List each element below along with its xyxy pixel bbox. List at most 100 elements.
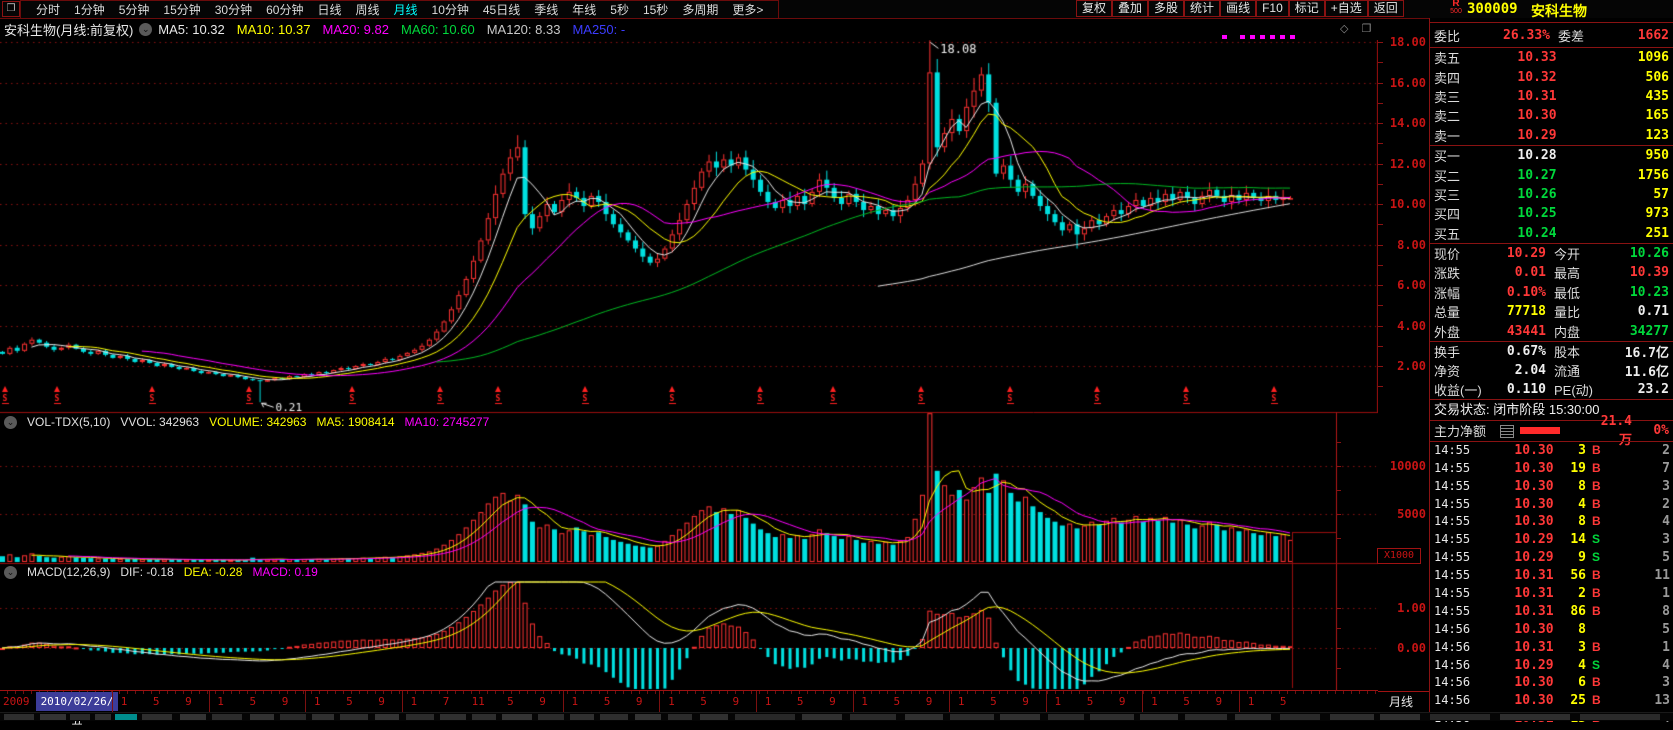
- tick-trade-row: 14:5510.299S5: [1430, 549, 1673, 567]
- tick-trade-row: 14:5510.308B3: [1430, 478, 1673, 496]
- quote-row: 总量77718量比0.71: [1430, 302, 1673, 321]
- ma-value: MA5: 10.32: [158, 22, 225, 37]
- menu-item-更多>[interactable]: 更多>: [725, 1, 770, 18]
- orderbook-row: 买二10.271756: [1430, 165, 1673, 184]
- menu-item-多周期[interactable]: 多周期: [675, 1, 725, 18]
- axis-tick: [1378, 245, 1383, 246]
- date-tick-label: 1: [1047, 695, 1069, 708]
- axis-tick: [1378, 386, 1383, 387]
- axis-tick: [1378, 285, 1383, 286]
- tick-trade-list[interactable]: 14:5510.303B214:5510.3019B714:5510.308B3…: [1430, 441, 1673, 726]
- date-tick-label: 9: [918, 695, 940, 708]
- date-tick-label: 5: [886, 695, 908, 708]
- ask-levels: 卖五10.331096卖四10.32506卖三10.31435卖二10.3016…: [1430, 47, 1673, 145]
- axis-tick-label: 8.00: [1380, 238, 1426, 252]
- menu-item-45日线[interactable]: 45日线: [476, 1, 527, 18]
- menu-item-5分钟[interactable]: 5分钟: [112, 1, 157, 18]
- list-icon[interactable]: [1500, 425, 1514, 438]
- tick-trade-row: 14:5510.2914S3: [1430, 531, 1673, 549]
- cutoff-text-fragment: [142, 714, 172, 720]
- menu-item-15秒[interactable]: 15秒: [636, 1, 675, 18]
- cutoff-text-fragment: [1430, 714, 1490, 720]
- volume-unit-label: X1000: [1377, 548, 1421, 564]
- date-tick-label: 9: [1015, 695, 1037, 708]
- bid-levels: 买一10.28950买二10.271756买三10.2657买四10.25973…: [1430, 145, 1673, 243]
- weicha-label: 委差: [1558, 26, 1584, 45]
- menu-item-日线[interactable]: 日线: [310, 1, 348, 18]
- ma-value: MA250: -: [572, 22, 625, 37]
- cutoff-text-fragment: [635, 714, 661, 720]
- cutoff-text-fragment: [1000, 714, 1040, 720]
- orderbook-row: 卖五10.331096: [1430, 48, 1673, 67]
- chart-corner-icons[interactable]: ◇ ❐: [1340, 22, 1376, 35]
- main-force-label: 主力净额: [1434, 421, 1486, 440]
- date-tick-label: 5: [499, 695, 521, 708]
- info-row: 换手0.67%股本16.7亿: [1430, 342, 1673, 361]
- toolbar-button-统计[interactable]: 统计: [1184, 0, 1220, 17]
- cutoff-text-fragment: [735, 714, 795, 720]
- toolbar-button-F10[interactable]: F10: [1256, 0, 1289, 17]
- menu-item-5秒[interactable]: 5秒: [603, 1, 636, 18]
- date-tick-label: 7: [435, 695, 457, 708]
- cutoff-text-fragment: [538, 714, 564, 720]
- toolbar-button-画线[interactable]: 画线: [1220, 0, 1256, 17]
- menu-item-月线[interactable]: 月线: [387, 1, 425, 18]
- collapse-icon[interactable]: ⌄: [139, 23, 152, 36]
- tick-trade-row: 14:5610.3025B13: [1430, 692, 1673, 710]
- cutoff-text-fragment: [406, 714, 434, 720]
- date-tick-label: 9: [532, 695, 554, 708]
- tick-trade-row: 14:5510.3186B8: [1430, 603, 1673, 621]
- menu-item-周线[interactable]: 周线: [348, 1, 386, 18]
- cutoff-text-fragment: [1280, 714, 1320, 720]
- axis-tick: [1378, 204, 1383, 205]
- menu-item-季线[interactable]: 季线: [527, 1, 565, 18]
- cutoff-text-fragment: [1580, 714, 1660, 720]
- date-tick-label: 9: [725, 695, 747, 708]
- cutoff-text-fragment: [905, 714, 943, 720]
- menu-item-30分钟[interactable]: 30分钟: [208, 1, 259, 18]
- fundamental-stats: 换手0.67%股本16.7亿净资2.04流通11.6亿收益(一)0.110PE(…: [1430, 341, 1673, 399]
- period-label[interactable]: 月线: [1372, 691, 1430, 713]
- window-icon[interactable]: ❒: [2, 1, 20, 17]
- date-tick-label: 5: [1272, 695, 1294, 708]
- toolbar-buttons: 复权叠加多股统计画线F10标记+自选返回: [1076, 0, 1404, 17]
- axis-tick: [1378, 42, 1383, 43]
- orderbook-row: 卖三10.31435: [1430, 87, 1673, 106]
- menu-item-10分钟[interactable]: 10分钟: [425, 1, 476, 18]
- axis-tick-label: 16.00: [1380, 76, 1426, 90]
- weibi-row: 委比 26.33% 委差 1662: [1430, 23, 1673, 47]
- toolbar-button-+自选[interactable]: +自选: [1325, 0, 1368, 17]
- menu-item-分时[interactable]: 分时: [29, 1, 67, 18]
- axis-tick: [1378, 366, 1383, 367]
- orderbook-row: 卖一10.29123: [1430, 126, 1673, 145]
- toolbar-button-叠加[interactable]: 叠加: [1112, 0, 1148, 17]
- axis-tick: [1378, 265, 1383, 266]
- candlestick-chart-canvas[interactable]: [0, 40, 1378, 690]
- toolbar-button-返回[interactable]: 返回: [1368, 0, 1404, 17]
- quote-row: 现价10.29今开10.26: [1430, 244, 1673, 263]
- date-tick-label: 5: [242, 695, 264, 708]
- menu-item-60分钟[interactable]: 60分钟: [259, 1, 310, 18]
- cutoff-text-fragment: [1330, 714, 1374, 720]
- date-tick-label: 5: [789, 695, 811, 708]
- date-tick-label: 9: [821, 695, 843, 708]
- cutoff-text-fragment: [570, 714, 594, 720]
- axis-tick: [1378, 346, 1383, 347]
- toolbar-button-标记[interactable]: 标记: [1289, 0, 1325, 17]
- toolbar-button-多股[interactable]: 多股: [1148, 0, 1184, 17]
- date-axis[interactable]: 2009 2010/02/26/五 1591591591711591591591…: [0, 690, 1378, 714]
- axis-tick-label: 0.00: [1380, 641, 1426, 655]
- magenta-dash: [1250, 35, 1255, 39]
- menu-item-年线[interactable]: 年线: [565, 1, 603, 18]
- date-tick-label: 1: [210, 695, 232, 708]
- menu-item-1分钟[interactable]: 1分钟: [67, 1, 112, 18]
- cutoff-text-fragment: [212, 714, 242, 720]
- magenta-dash: [1270, 35, 1275, 39]
- weicha-value: 1662: [1638, 28, 1669, 43]
- trading-status: 交易状态: 闭市阶段 15:30:00: [1430, 400, 1673, 420]
- axis-tick-label: 10000: [1380, 459, 1426, 473]
- toolbar-button-复权[interactable]: 复权: [1076, 0, 1112, 17]
- menu-item-15分钟[interactable]: 15分钟: [156, 1, 207, 18]
- date-tick-label: 1: [757, 695, 779, 708]
- ma-value: MA20: 9.82: [323, 22, 390, 37]
